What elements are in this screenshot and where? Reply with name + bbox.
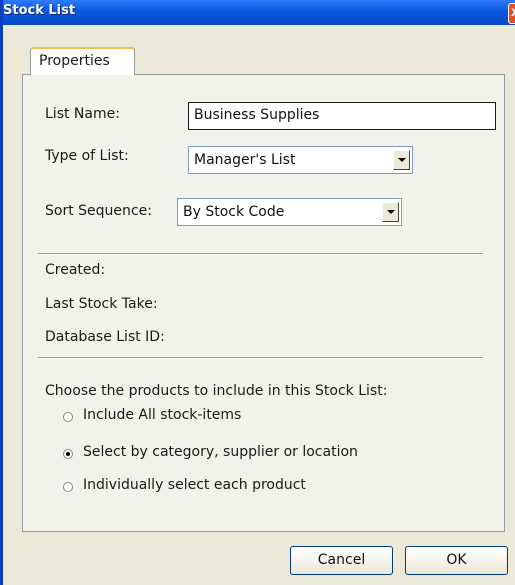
divider (38, 253, 483, 255)
chevron-down-icon[interactable] (393, 150, 410, 170)
sort-sequence-value: By Stock Code (183, 204, 285, 220)
divider (38, 357, 483, 359)
tab-properties-label: Properties (39, 53, 110, 69)
last-stock-take-label: Last Stock Take: (45, 296, 158, 312)
select-by-category-radio[interactable] (63, 449, 73, 459)
stock-list-dialog: Stock List x Properties (0, 0, 515, 585)
close-icon: x (511, 5, 515, 20)
created-label: Created: (45, 262, 106, 278)
include-all-label[interactable]: Include All stock-items (83, 407, 241, 423)
cancel-button[interactable]: Cancel (290, 546, 393, 575)
individually-select-label[interactable]: Individually select each product (83, 477, 306, 493)
sort-sequence-label: Sort Sequence: (45, 203, 152, 219)
type-of-list-value: Manager's List (194, 152, 296, 168)
type-of-list-label: Type of List: (45, 148, 129, 164)
type-of-list-select[interactable]: Manager's List (188, 146, 413, 174)
include-all-radio[interactable] (63, 412, 73, 422)
close-button[interactable]: x (508, 3, 515, 24)
chevron-down-icon[interactable] (382, 202, 399, 222)
list-name-label: List Name: (45, 106, 120, 122)
ok-button[interactable]: OK (405, 546, 508, 575)
database-list-id-label: Database List ID: (45, 329, 165, 345)
individually-select-radio[interactable] (63, 482, 73, 492)
title-bar[interactable]: Stock List x (3, 0, 515, 25)
tab-properties[interactable]: Properties (30, 47, 135, 75)
select-by-category-label[interactable]: Select by category, supplier or location (83, 444, 358, 460)
sort-sequence-select[interactable]: By Stock Code (177, 198, 402, 226)
window-title: Stock List (3, 3, 76, 18)
products-heading: Choose the products to include in this S… (45, 383, 388, 399)
list-name-field[interactable]: Business Supplies (188, 102, 496, 130)
